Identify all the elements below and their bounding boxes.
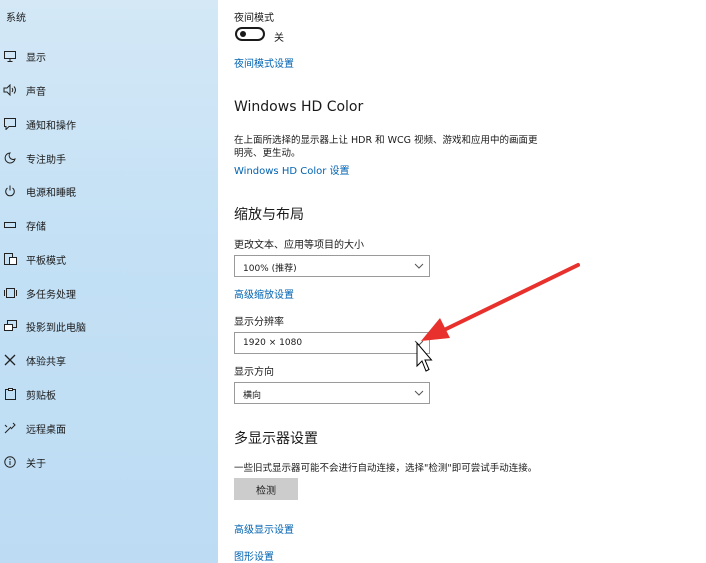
sidebar-item-remote-desktop[interactable]: 远程桌面 <box>0 415 218 441</box>
sidebar-item-power-sleep[interactable]: 电源和睡眠 <box>0 178 218 204</box>
hd-color-description-line1: 在上面所选择的显示器上让 HDR 和 WCG 视频、游戏和应用中的画面更 <box>234 135 538 146</box>
chevron-down-icon <box>414 388 424 398</box>
resolution-dropdown[interactable]: 1920 × 1080 <box>234 332 430 354</box>
orientation-value: 横向 <box>243 391 262 401</box>
sidebar-item-multitasking[interactable]: 多任务处理 <box>0 280 218 306</box>
sidebar-item-label: 存储 <box>26 221 46 233</box>
night-light-toggle[interactable] <box>235 27 265 41</box>
notification-icon <box>3 117 17 131</box>
sidebar-item-label: 剪贴板 <box>26 390 56 402</box>
chevron-down-icon <box>414 261 424 271</box>
night-light-state: 关 <box>274 33 284 44</box>
scale-layout-heading: 缩放与布局 <box>234 207 304 223</box>
sidebar-item-about[interactable]: 关于 <box>0 449 218 475</box>
clipboard-icon <box>3 387 17 401</box>
hd-color-heading: Windows HD Color <box>234 99 364 115</box>
hd-color-settings-link[interactable]: Windows HD Color 设置 <box>234 162 350 177</box>
orientation-dropdown[interactable]: 横向 <box>234 382 430 404</box>
advanced-scaling-link[interactable]: 高级缩放设置 <box>234 286 294 301</box>
sidebar-item-label: 远程桌面 <box>26 424 66 436</box>
sidebar-item-shared-experiences[interactable]: 体验共享 <box>0 347 218 373</box>
sidebar-item-projecting[interactable]: 投影到此电脑 <box>0 313 218 339</box>
multi-display-description: 一些旧式显示器可能不会进行自动连接，选择"检测"即可尝试手动连接。 <box>234 463 538 474</box>
shared-experiences-icon <box>3 353 17 367</box>
sidebar-item-clipboard[interactable]: 剪贴板 <box>0 381 218 407</box>
detect-button[interactable]: 检测 <box>234 478 298 500</box>
sidebar-item-notifications[interactable]: 通知和操作 <box>0 111 218 137</box>
hd-color-description-line2: 明亮、更生动。 <box>234 148 301 159</box>
scale-label: 更改文本、应用等项目的大小 <box>234 240 364 251</box>
sidebar-item-focus-assist[interactable]: 专注助手 <box>0 145 218 171</box>
sidebar-item-label: 声音 <box>26 86 46 98</box>
night-light-label: 夜间模式 <box>234 13 274 24</box>
power-icon <box>3 184 17 198</box>
scale-dropdown[interactable]: 100% (推荐) <box>234 255 430 277</box>
orientation-label: 显示方向 <box>234 367 274 378</box>
sidebar: 系统 显示 声音 通知和操作 专注助手 电源和睡眠 存储 平板模式 多任务处理 … <box>0 0 218 563</box>
storage-icon <box>3 218 17 232</box>
remote-desktop-icon <box>3 421 17 435</box>
info-icon <box>3 455 17 469</box>
scale-value: 100% (推荐) <box>243 264 297 274</box>
sidebar-item-tablet-mode[interactable]: 平板模式 <box>0 246 218 272</box>
resolution-value: 1920 × 1080 <box>243 338 303 348</box>
toggle-knob <box>240 31 246 37</box>
sidebar-item-sound[interactable]: 声音 <box>0 77 218 103</box>
sidebar-item-label: 专注助手 <box>26 154 66 166</box>
chevron-down-icon <box>414 338 424 348</box>
multi-display-heading: 多显示器设置 <box>234 431 318 447</box>
graphics-settings-link[interactable]: 图形设置 <box>234 548 274 563</box>
main-content: 夜间模式 关 夜间模式设置 Windows HD Color 在上面所选择的显示… <box>218 0 706 563</box>
projecting-icon <box>3 319 17 333</box>
resolution-label: 显示分辨率 <box>234 317 284 328</box>
multitasking-icon <box>3 286 17 300</box>
sidebar-item-label: 关于 <box>26 458 46 470</box>
night-light-settings-link[interactable]: 夜间模式设置 <box>234 55 294 70</box>
sidebar-item-label: 通知和操作 <box>26 120 76 132</box>
sidebar-item-label: 显示 <box>26 52 46 64</box>
sidebar-item-label: 电源和睡眠 <box>26 187 76 199</box>
speaker-icon <box>3 83 17 97</box>
sidebar-item-label: 投影到此电脑 <box>26 322 86 334</box>
sidebar-title: 系统 <box>6 13 26 24</box>
advanced-display-settings-link[interactable]: 高级显示设置 <box>234 521 294 536</box>
display-icon <box>3 49 17 63</box>
sidebar-item-label: 多任务处理 <box>26 289 76 301</box>
tablet-mode-icon <box>3 252 17 266</box>
moon-icon <box>3 151 17 165</box>
sidebar-item-storage[interactable]: 存储 <box>0 212 218 238</box>
sidebar-item-label: 体验共享 <box>26 356 66 368</box>
sidebar-item-display[interactable]: 显示 <box>0 43 218 69</box>
sidebar-item-label: 平板模式 <box>26 255 66 267</box>
